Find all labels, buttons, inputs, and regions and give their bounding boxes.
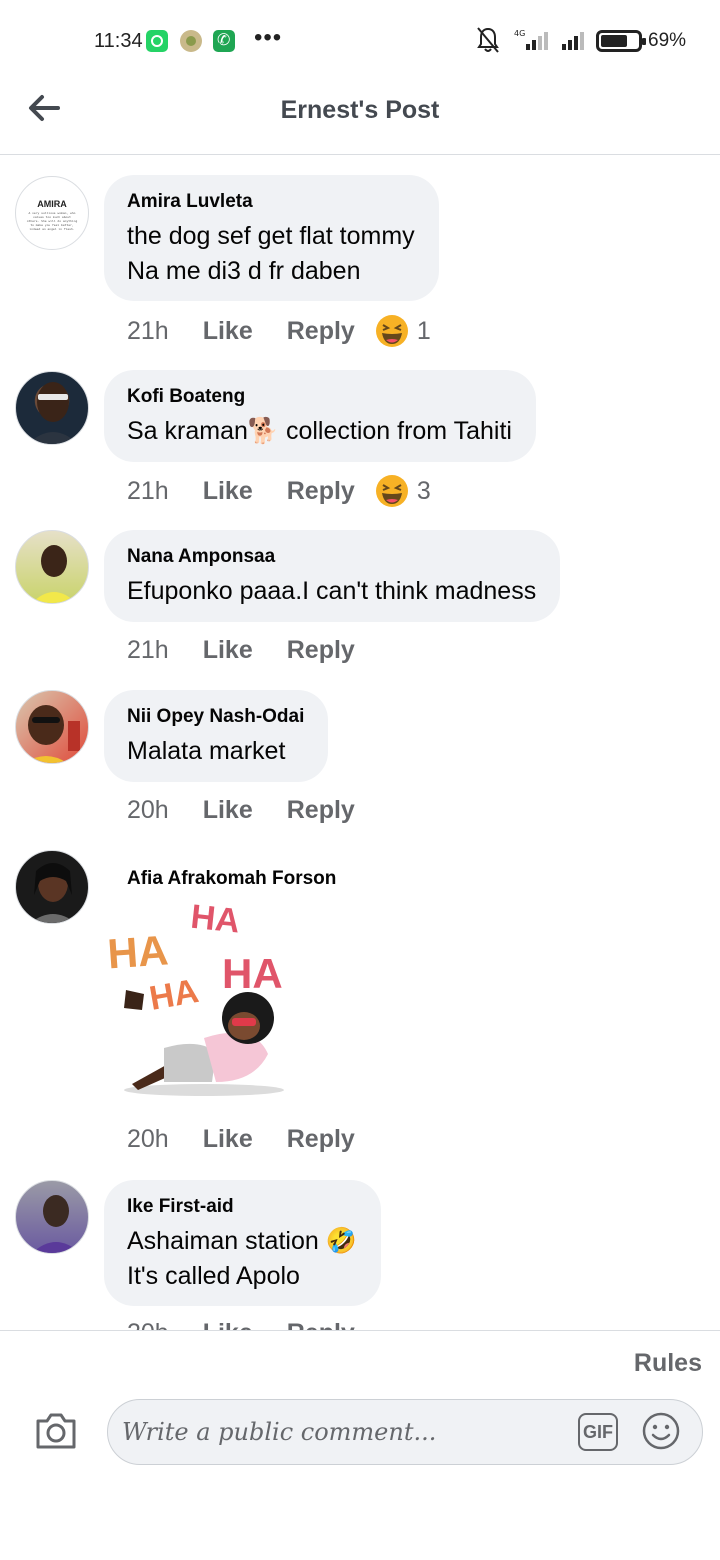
avatar-text: A very sullious woman, who values too mu… bbox=[26, 211, 78, 231]
comment-composer: Rules Write a public comment... GIF bbox=[0, 1330, 720, 1560]
comment-bubble[interactable]: Kofi Boateng Sa kraman🐕 collection from … bbox=[104, 370, 536, 462]
like-button[interactable]: Like bbox=[203, 477, 253, 506]
battery-percent: 69% bbox=[648, 30, 687, 51]
comment-time[interactable]: 21h bbox=[127, 317, 169, 346]
like-button[interactable]: Like bbox=[203, 796, 253, 825]
comment-text: It's called Apolo bbox=[127, 1262, 300, 1290]
comment-author[interactable]: Ike First-aid bbox=[127, 1196, 357, 1218]
sticker-text: HA bbox=[106, 926, 170, 977]
comment-actions: 21h Like Reply 3 bbox=[127, 474, 431, 508]
like-button[interactable]: Like bbox=[203, 636, 253, 665]
comment-placeholder: Write a public comment... bbox=[122, 1418, 437, 1446]
reaction-count: 1 bbox=[416, 316, 431, 345]
status-time: 11:34 bbox=[94, 30, 143, 52]
comment-author[interactable]: Nana Amponsaa bbox=[127, 546, 536, 568]
avatar-title: AMIRA bbox=[37, 199, 67, 209]
whatsapp-icon bbox=[146, 30, 168, 52]
app-notification-icon bbox=[180, 30, 202, 52]
person-silhouette-icon bbox=[28, 382, 78, 444]
person-photo-icon bbox=[25, 705, 80, 763]
reaction-summary[interactable]: 3 bbox=[375, 474, 431, 508]
reaction-summary[interactable]: 1 bbox=[375, 314, 431, 348]
page-title: Ernest's Post bbox=[280, 96, 440, 124]
avatar[interactable]: AMIRA A very sullious woman, who values … bbox=[15, 176, 89, 250]
cellular-signal-2-icon bbox=[562, 32, 584, 50]
cellular-signal-icon: 4G bbox=[514, 29, 548, 50]
comment-input[interactable]: Write a public comment... GIF bbox=[107, 1399, 703, 1465]
person-photo-icon bbox=[32, 545, 76, 603]
comment-time[interactable]: 20h bbox=[127, 1125, 169, 1154]
comment-time[interactable]: 21h bbox=[127, 636, 169, 665]
smiley-icon[interactable] bbox=[641, 1411, 681, 1451]
camera-icon[interactable] bbox=[34, 1411, 78, 1451]
person-photo-icon bbox=[30, 863, 76, 923]
like-button[interactable]: Like bbox=[203, 1125, 253, 1154]
comment-actions: 20h Like Reply bbox=[127, 1122, 355, 1156]
status-bar: 11:34 ••• 4G 69% bbox=[0, 0, 720, 80]
comment-author[interactable]: Afia Afrakomah Forson bbox=[127, 868, 336, 890]
comment-text: Ashaiman station 🤣 bbox=[127, 1227, 357, 1255]
avatar[interactable] bbox=[15, 530, 89, 604]
comment-actions: 20h Like Reply bbox=[127, 793, 355, 827]
comment-time[interactable]: 21h bbox=[127, 477, 169, 506]
comment-text: Efuponko paaa.I can't think madness bbox=[127, 577, 537, 605]
comment-author[interactable]: Amira Luvleta bbox=[127, 191, 415, 213]
avatar[interactable] bbox=[15, 1180, 89, 1254]
reply-button[interactable]: Reply bbox=[287, 796, 355, 825]
like-button[interactable]: Like bbox=[203, 317, 253, 346]
reply-button[interactable]: Reply bbox=[287, 477, 355, 506]
comment-author[interactable]: Kofi Boateng bbox=[127, 386, 512, 408]
comment-text: Na me di3 d fr daben bbox=[127, 257, 361, 285]
sticker-text: HA bbox=[147, 972, 202, 1018]
avatar[interactable] bbox=[15, 850, 89, 924]
comment-actions: 21h Like Reply bbox=[127, 633, 355, 667]
comment-bubble[interactable]: Ike First-aid Ashaiman station 🤣 It's ca… bbox=[104, 1180, 381, 1306]
reply-button[interactable]: Reply bbox=[287, 1125, 355, 1154]
gif-button[interactable]: GIF bbox=[578, 1413, 618, 1451]
comment-time[interactable]: 20h bbox=[127, 1319, 169, 1331]
haha-reaction-icon bbox=[375, 315, 408, 347]
phone-icon bbox=[213, 30, 235, 52]
battery-icon bbox=[596, 30, 646, 52]
comment-actions: 20h Like Reply bbox=[127, 1316, 355, 1331]
comment-bubble[interactable]: Nii Opey Nash-Odai Malata market bbox=[104, 690, 329, 782]
reply-button[interactable]: Reply bbox=[287, 317, 355, 346]
more-notifications-icon: ••• bbox=[254, 24, 283, 51]
like-button[interactable]: Like bbox=[203, 1319, 253, 1331]
post-header: Ernest's Post bbox=[0, 80, 720, 155]
laughing-sticker[interactable]: HA HA HA HA bbox=[104, 898, 304, 1098]
haha-reaction-icon bbox=[375, 475, 408, 507]
avatar[interactable] bbox=[15, 371, 89, 445]
comment-text: the dog sef get flat tommy bbox=[127, 222, 415, 250]
comment-text: Sa kraman🐕 collection from Tahiti bbox=[127, 417, 512, 445]
comment-actions: 21h Like Reply 1 bbox=[127, 314, 431, 348]
comments-list[interactable]: AMIRA A very sullious woman, who values … bbox=[0, 156, 720, 1330]
reply-button[interactable]: Reply bbox=[287, 1319, 355, 1331]
comment-author[interactable]: Nii Opey Nash-Odai bbox=[127, 706, 304, 728]
avatar[interactable] bbox=[15, 690, 89, 764]
muted-bell-icon bbox=[477, 27, 499, 53]
reply-button[interactable]: Reply bbox=[287, 636, 355, 665]
person-photo-icon bbox=[32, 1195, 80, 1253]
comment-bubble[interactable]: Amira Luvleta the dog sef get flat tommy… bbox=[104, 175, 439, 301]
sticker-text: HA bbox=[189, 898, 242, 941]
comment-time[interactable]: 20h bbox=[127, 796, 169, 825]
comment-bubble[interactable]: Nana Amponsaa Efuponko paaa.I can't thin… bbox=[104, 530, 561, 622]
network-type-label: 4G bbox=[514, 29, 525, 38]
rules-link[interactable]: Rules bbox=[634, 1349, 702, 1378]
sticker-text: HA bbox=[222, 950, 283, 997]
reaction-count: 3 bbox=[416, 476, 431, 505]
comment-text: Malata market bbox=[127, 737, 286, 765]
